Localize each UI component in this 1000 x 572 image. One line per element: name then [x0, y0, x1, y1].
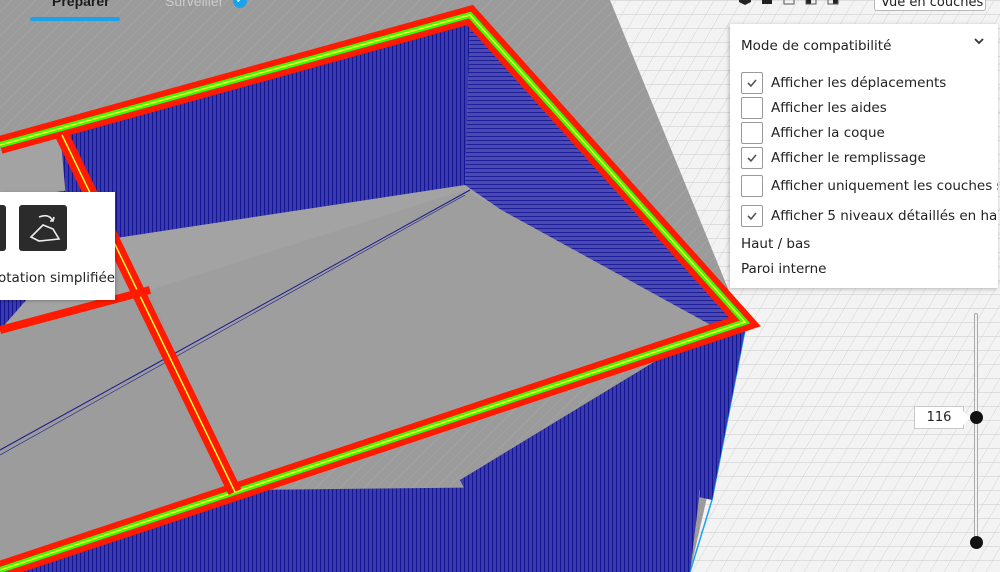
option-label: Afficher les aides [771, 100, 887, 116]
rotate-tool-button[interactable] [0, 205, 6, 251]
option-label: Afficher le remplissage [771, 150, 926, 166]
lay-flat-icon [29, 214, 61, 242]
layer-slider-bottom-handle[interactable] [970, 536, 983, 549]
view-right-icon[interactable] [826, 0, 840, 6]
option-show-travels[interactable]: Afficher les déplacements [741, 71, 946, 95]
chevron-down-icon[interactable] [972, 34, 986, 48]
checkmark-icon [747, 154, 757, 163]
view-front-icon[interactable] [760, 0, 774, 6]
checkbox-only-top-layers[interactable] [741, 175, 763, 197]
view-mode-select[interactable]: Vue en couches ▾ [874, 0, 986, 11]
option-show-shell[interactable]: Afficher la coque [741, 121, 885, 145]
checkmark-icon [747, 79, 757, 88]
tab-prepare[interactable]: Préparer [52, 0, 110, 9]
option-label: Afficher uniquement les couches su [771, 178, 998, 194]
checkbox-show-travels[interactable] [741, 72, 763, 94]
option-show-infill[interactable]: Afficher le remplissage [741, 146, 926, 170]
tab-monitor[interactable]: Surveiller [165, 0, 223, 9]
layer-slider-top-handle[interactable] [970, 411, 983, 424]
layer-indicator-pointer [963, 411, 970, 425]
view-top-icon[interactable] [782, 0, 796, 6]
view-mode-value: Vue en couches [881, 0, 984, 10]
lay-flat-button[interactable] [19, 205, 67, 251]
checkbox-show-shell[interactable] [741, 122, 763, 144]
view-left-icon[interactable] [804, 0, 818, 6]
option-top-5-detailed[interactable]: Afficher 5 niveaux détaillés en haut [741, 204, 998, 228]
option-label: Afficher les déplacements [771, 75, 947, 91]
checkmark-icon [747, 212, 757, 221]
option-show-helpers[interactable]: Afficher les aides [741, 96, 887, 120]
layer-view-settings-panel: Mode de compatibilité Afficher les dépla… [730, 24, 998, 288]
view-3d-icon[interactable] [738, 0, 752, 6]
camera-view-buttons [738, 0, 840, 10]
option-label: Afficher la coque [771, 125, 885, 141]
chevron-down-icon: ▾ [983, 0, 985, 10]
legend-inner-wall: Paroi interne [741, 261, 827, 277]
active-tab-indicator [30, 17, 120, 21]
current-layer-input[interactable]: 116 [914, 406, 964, 429]
checkbox-show-infill[interactable] [741, 147, 763, 169]
compatibility-mode-label: Mode de compatibilité [741, 38, 892, 54]
option-label: Afficher 5 niveaux détaillés en haut [771, 208, 998, 224]
simplified-rotation-label: otation simplifiée [0, 270, 116, 286]
rotate-tool-panel: otation simplifiée [0, 192, 115, 300]
legend-top-bottom: Haut / bas [741, 236, 811, 252]
option-only-top-layers[interactable]: Afficher uniquement les couches su [741, 174, 998, 198]
layer-slider-track[interactable] [974, 313, 978, 546]
checkbox-show-helpers[interactable] [741, 97, 763, 119]
checkbox-top-5-detailed[interactable] [741, 205, 763, 227]
